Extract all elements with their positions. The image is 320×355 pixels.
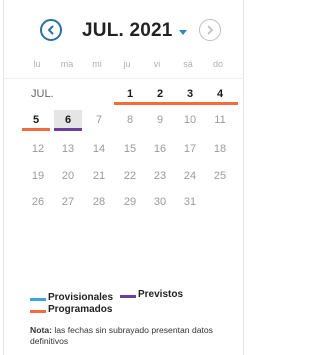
previous-month-button[interactable] [40, 19, 62, 41]
underline-programados [22, 128, 50, 131]
day-cell[interactable]: 11 [206, 110, 234, 130]
day-cell[interactable]: 20 [54, 166, 82, 186]
legend-swatch-provisionales [30, 298, 46, 301]
header-divider [4, 78, 243, 79]
weekday-header-row: lu ma mi ju vi sá do [0, 59, 247, 73]
legend-label-previstos: Previstos [138, 289, 184, 300]
day-cell[interactable]: 14 [85, 139, 113, 159]
legend-item-provisionales: Provisionales [30, 291, 113, 303]
day-cell[interactable]: 24 [176, 166, 204, 186]
calendar-header: JUL. 2021 [0, 14, 247, 48]
day-cell[interactable]: 16 [146, 139, 174, 159]
day-cell[interactable]: 26 [24, 192, 52, 212]
day-cell[interactable]: 28 [85, 192, 113, 212]
day-cell[interactable]: 27 [54, 192, 82, 212]
day-cell[interactable]: 1 [116, 84, 144, 104]
legend-item-programados: Programados [30, 303, 112, 315]
day-cell[interactable]: 17 [176, 139, 204, 159]
day-cell[interactable]: 29 [116, 192, 144, 212]
weekday-lu: lu [33, 59, 41, 69]
chevron-right-icon [207, 25, 213, 35]
underline-previstos [54, 128, 82, 131]
legend-item-previstos: Previstos [120, 288, 183, 300]
day-cell[interactable]: 30 [146, 192, 174, 212]
month-prefix-label: JUL. [31, 88, 54, 100]
day-cell[interactable]: 31 [176, 192, 204, 212]
day-cell[interactable]: 7 [85, 110, 113, 130]
underline-programados [174, 102, 206, 105]
weekday-ju: ju [123, 59, 131, 69]
footnote-text: las fechas sin subrayado presentan datos… [30, 325, 213, 346]
day-cell[interactable]: 25 [206, 166, 234, 186]
panel-border-right [243, 0, 244, 355]
day-cell[interactable]: 13 [54, 139, 82, 159]
legend-label-provisionales: Provisionales [48, 292, 114, 303]
day-cell[interactable]: 19 [24, 166, 52, 186]
day-cell[interactable]: 18 [206, 139, 234, 159]
weekday-vi: vi [153, 59, 161, 69]
next-month-button[interactable] [199, 19, 221, 41]
day-cell[interactable]: 10 [176, 110, 204, 130]
weekday-mi: mi [92, 59, 102, 69]
legend-swatch-previstos [120, 295, 136, 298]
footnote-label: Nota: [30, 325, 52, 335]
weekday-ma: ma [60, 59, 74, 69]
underline-programados [114, 102, 146, 105]
weekday-do: do [212, 59, 223, 69]
day-cell[interactable]: 9 [146, 110, 174, 130]
legend-label-programados: Programados [48, 304, 113, 315]
underline-programados [204, 102, 238, 105]
day-cell[interactable]: 5 [22, 110, 50, 130]
chevron-left-icon [48, 25, 54, 35]
underline-programados [144, 102, 176, 105]
day-cell[interactable]: 8 [116, 110, 144, 130]
day-cell[interactable]: 3 [176, 84, 204, 104]
day-cell[interactable]: 12 [24, 139, 52, 159]
day-cell[interactable]: 21 [85, 166, 113, 186]
day-cell[interactable]: 4 [206, 84, 234, 104]
day-cell[interactable]: 22 [116, 166, 144, 186]
day-cell-today[interactable]: 6 [54, 110, 82, 130]
month-year-label: JUL. 2021 [82, 20, 173, 41]
footnote: Nota: las fechas sin subrayado presentan… [30, 325, 235, 346]
weekday-sa: sá [183, 59, 193, 69]
day-cell[interactable]: 2 [146, 84, 174, 104]
chevron-down-icon [178, 29, 187, 35]
month-selector[interactable]: JUL. 2021 [82, 20, 187, 42]
day-cell[interactable]: 15 [116, 139, 144, 159]
panel-border-left [3, 0, 4, 355]
legend-swatch-programados [30, 310, 46, 313]
day-cell[interactable]: 23 [146, 166, 174, 186]
